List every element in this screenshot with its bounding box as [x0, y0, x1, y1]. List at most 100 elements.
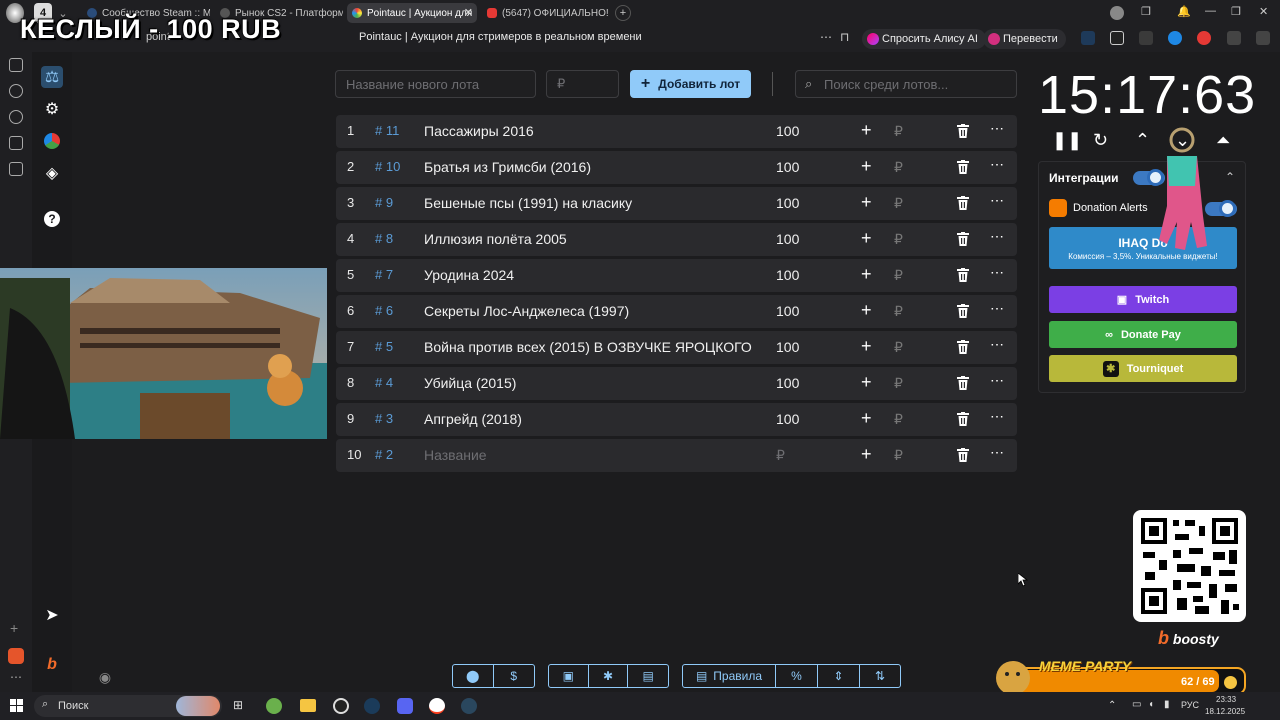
lot-amount[interactable]: 100 — [776, 339, 799, 355]
add-amount-icon[interactable]: + — [861, 192, 872, 213]
layers-icon[interactable]: ◈ — [41, 162, 63, 184]
close-tab-icon[interactable]: ✕ — [464, 6, 473, 19]
rub-amount-input[interactable]: ₽ — [894, 267, 903, 284]
steam-icon[interactable] — [364, 698, 380, 714]
lot-name[interactable]: Название — [424, 447, 487, 463]
more-options-icon[interactable]: ⋯ — [990, 444, 1004, 461]
network-icon[interactable]: ▭ — [1132, 699, 1141, 710]
extension-icon[interactable] — [1197, 31, 1211, 45]
lot-name[interactable]: Убийца (2015) — [424, 375, 516, 391]
twitch-button[interactable]: ▣ Twitch — [1049, 286, 1237, 313]
history-icon[interactable] — [9, 58, 23, 72]
clock-time[interactable]: 23:33 — [1216, 695, 1236, 704]
lot-name[interactable]: Уродина 2024 — [424, 267, 514, 283]
extension-icon[interactable] — [1081, 31, 1095, 45]
add-amount-icon[interactable]: + — [861, 372, 872, 393]
tab-youtube[interactable]: (5647) ОФИЦИАЛЬНО! Н — [482, 3, 610, 23]
lot-name[interactable]: Секреты Лос-Анджелеса (1997) — [424, 303, 629, 319]
extension-icon[interactable] — [1110, 31, 1124, 45]
add-amount-icon[interactable]: + — [861, 336, 872, 357]
bookmarks-icon[interactable]: ❐ — [1141, 5, 1151, 18]
lot-name[interactable]: Иллюзия полёта 2005 — [424, 231, 567, 247]
clear-list-icon[interactable]: ▤ — [628, 665, 668, 687]
lot-amount[interactable]: 100 — [776, 411, 799, 427]
more-options-icon[interactable]: ⋯ — [990, 156, 1004, 173]
keyboard-language[interactable]: РУС — [1181, 700, 1199, 710]
lot-row[interactable]: 3 # 9 Бешеные псы (1991) на класику 100 + ₽ ⋯ — [336, 187, 1017, 220]
trash-icon[interactable] — [957, 196, 969, 213]
trash-icon[interactable] — [957, 304, 969, 321]
extension-icon[interactable] — [1256, 31, 1270, 45]
more-options-icon[interactable]: ⋯ — [990, 408, 1004, 425]
add-panel-icon[interactable]: + — [10, 620, 18, 636]
rub-amount-input[interactable]: ₽ — [894, 411, 903, 428]
lot-name[interactable]: Война против всех (2015) В ОЗВУЧКЕ ЯРОЦК… — [424, 339, 752, 355]
more-icon[interactable]: ⋯ — [10, 670, 22, 684]
lot-row[interactable]: 10 # 2 Название ₽ + ₽ ⋯ — [336, 439, 1017, 472]
collections-icon[interactable] — [9, 84, 23, 98]
add-amount-icon[interactable]: + — [861, 444, 872, 465]
rub-amount-input[interactable]: ₽ — [894, 339, 903, 356]
lot-amount[interactable]: 100 — [776, 195, 799, 211]
bug-icon[interactable]: ✱ — [589, 665, 629, 687]
minimize-icon[interactable]: — — [1205, 5, 1216, 17]
trash-icon[interactable] — [957, 268, 969, 285]
github-icon[interactable]: ⬤ — [453, 665, 494, 687]
tray-icon[interactable]: ⌃ — [1108, 700, 1116, 711]
lot-amount[interactable]: 100 — [776, 267, 799, 283]
notifications-icon[interactable]: 🔔 — [1177, 5, 1191, 18]
lot-name[interactable]: Пассажиры 2016 — [424, 123, 534, 139]
lot-search-input[interactable]: ⌕ Поиск среди лотов... — [795, 70, 1017, 98]
discord-icon[interactable] — [397, 698, 413, 714]
wheel-chart-icon[interactable] — [41, 130, 63, 152]
new-lot-name-input[interactable]: Название нового лота — [335, 70, 536, 98]
pause-icon[interactable]: ❚❚ — [1052, 130, 1082, 151]
settings-gear-icon[interactable]: ⚙ — [41, 98, 63, 120]
trash-icon[interactable] — [957, 124, 969, 141]
split-icon[interactable]: ⇕ — [818, 665, 860, 687]
trash-icon[interactable] — [957, 160, 969, 177]
lot-row[interactable]: 6 # 6 Секреты Лос-Анджелеса (1997) 100 + ₽ ⋯ — [336, 295, 1017, 328]
app-icon[interactable] — [8, 648, 24, 664]
rub-amount-input[interactable]: ₽ — [894, 231, 903, 248]
percent-button[interactable]: % — [776, 665, 818, 687]
restore-icon[interactable]: ❐ — [1231, 5, 1241, 18]
translate-button[interactable]: Перевести — [983, 29, 1066, 49]
rub-amount-input[interactable]: ₽ — [894, 159, 903, 176]
lot-row[interactable]: 9 # 3 Апгрейд (2018) 100 + ₽ ⋯ — [336, 403, 1017, 436]
rub-amount-input[interactable]: ₽ — [894, 123, 903, 140]
add-amount-icon[interactable]: + — [861, 300, 872, 321]
lot-row[interactable]: 2 # 10 Братья из Гримсби (2016) 100 + ₽ ⋯ — [336, 151, 1017, 184]
bookmark-icon[interactable]: ⊓ — [840, 30, 849, 44]
add-amount-icon[interactable]: + — [861, 264, 872, 285]
rub-amount-input[interactable]: ₽ — [894, 375, 903, 392]
trash-icon[interactable] — [957, 448, 969, 465]
telegram-icon[interactable]: ➤ — [41, 604, 63, 626]
five-icon[interactable] — [9, 136, 23, 150]
reset-icon[interactable]: ↻ — [1093, 130, 1108, 151]
trash-icon[interactable] — [957, 376, 969, 393]
donate-pay-button[interactable]: ∞ Donate Pay — [1049, 321, 1237, 348]
close-window-icon[interactable]: ✕ — [1259, 5, 1268, 18]
clock-date[interactable]: 18.12.2025 — [1205, 707, 1245, 716]
trash-icon[interactable] — [957, 340, 969, 357]
collapse-icon[interactable]: ⌃ — [1225, 170, 1235, 184]
lot-amount[interactable]: 100 — [776, 231, 799, 247]
lot-name[interactable]: Бешеные псы (1991) на класику — [424, 195, 632, 211]
add-amount-icon[interactable]: + — [861, 120, 872, 141]
tourniquet-button[interactable]: ✱ Tourniquet — [1049, 355, 1237, 382]
lot-amount[interactable]: 100 — [776, 123, 799, 139]
mic-icon[interactable]: ▮ — [1164, 699, 1170, 710]
new-tab-button[interactable]: + — [615, 5, 631, 21]
tab-pointauc[interactable]: Pointauc | Аукцион для ✕ — [347, 3, 477, 23]
add-lot-button[interactable]: + Добавить лот — [630, 70, 751, 98]
lot-amount[interactable]: 100 — [776, 375, 799, 391]
more-options-icon[interactable]: ⋯ — [990, 300, 1004, 317]
extension-icon[interactable] — [1227, 31, 1241, 45]
trash-icon[interactable] — [957, 412, 969, 429]
more-options-icon[interactable]: ⋯ — [990, 372, 1004, 389]
page-title[interactable]: Pointauc | Аукцион для стримеров в реаль… — [359, 31, 642, 43]
lot-name[interactable]: Братья из Гримсби (2016) — [424, 159, 591, 175]
yandex-browser-icon[interactable] — [429, 698, 445, 714]
more-options-icon[interactable]: ⋯ — [990, 192, 1004, 209]
